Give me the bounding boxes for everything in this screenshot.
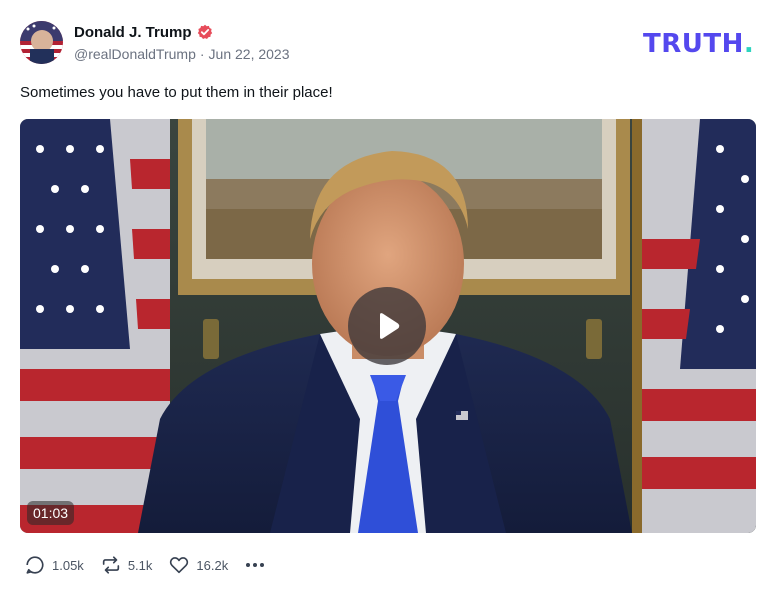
post-text: Sometimes you have to put them in their … <box>20 84 333 101</box>
more-icon <box>246 563 265 567</box>
reply-count: 1.05k <box>52 557 84 573</box>
meta-separator: · <box>199 46 205 62</box>
author-handle[interactable]: @realDonaldTrump <box>74 46 196 62</box>
avatar-image <box>20 21 63 64</box>
truth-logo[interactable]: TRUTH. <box>643 29 754 59</box>
heart-icon <box>170 557 189 574</box>
play-icon <box>380 313 400 339</box>
reply-icon <box>26 556 44 574</box>
verified-badge-icon <box>197 24 212 39</box>
logo-dot: . <box>743 29 755 59</box>
avatar[interactable] <box>20 21 63 64</box>
author-block: Donald J. Trump @realDonaldTrump · Jun 2… <box>74 22 290 63</box>
more-options-button[interactable] <box>244 554 266 576</box>
retruth-icon <box>102 556 119 574</box>
retruth-count: 5.1k <box>127 557 153 573</box>
video-duration: 01:03 <box>27 501 75 525</box>
like-button[interactable]: 16.2k <box>168 554 228 576</box>
play-button[interactable] <box>348 287 426 365</box>
logo-text: TRUTH <box>643 29 744 59</box>
truth-post: Donald J. Trump @realDonaldTrump · Jun 2… <box>0 0 777 595</box>
video-player[interactable]: 01:03 <box>20 119 756 533</box>
reply-button[interactable]: 1.05k <box>24 554 84 576</box>
author-name[interactable]: Donald J. Trump <box>74 24 192 41</box>
post-date[interactable]: Jun 22, 2023 <box>209 46 290 62</box>
retruth-button[interactable]: 5.1k <box>100 554 153 576</box>
like-count: 16.2k <box>196 557 229 573</box>
action-bar: 1.05k 5.1k 16.2k <box>24 553 266 577</box>
